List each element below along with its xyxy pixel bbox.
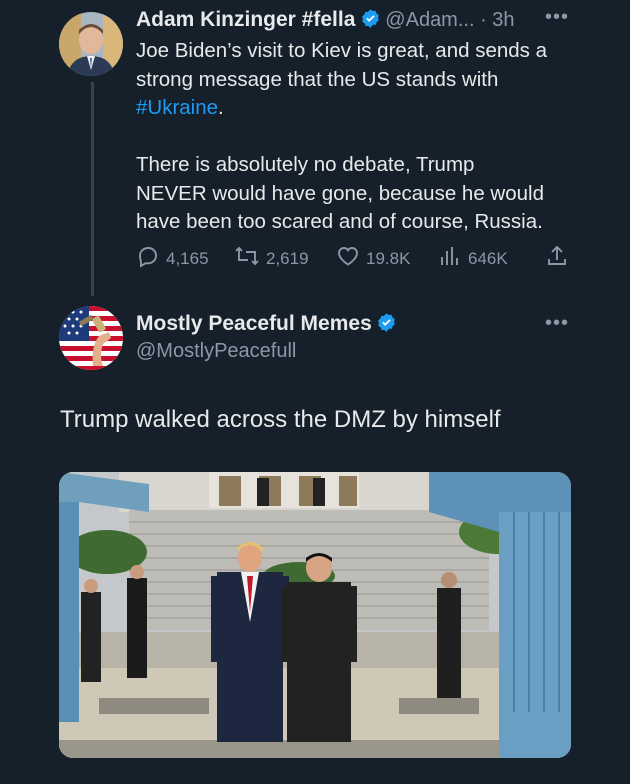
share-icon xyxy=(545,244,575,273)
tweet2-text: Trump walked across the DMZ by himself xyxy=(60,406,501,433)
more-dots-icon[interactable]: ••• xyxy=(545,6,569,29)
verified-badge-icon xyxy=(376,312,397,338)
dmz-photo-image xyxy=(59,472,571,758)
avatar-mostly-peaceful-memes[interactable] xyxy=(59,306,123,370)
views-count: 646K xyxy=(468,248,508,268)
share-button[interactable] xyxy=(545,244,575,273)
text-line: Joe Biden’s visit to Kiev is great, and … xyxy=(136,39,547,62)
like-button[interactable]: 19.8K xyxy=(336,244,410,273)
more-dots-icon[interactable]: ••• xyxy=(545,312,569,335)
tweet-photo-dmz[interactable] xyxy=(59,472,571,758)
like-count: 19.8K xyxy=(366,248,411,268)
hashtag-link[interactable]: #Ukraine xyxy=(136,96,218,119)
text-line: strong message that the US stands with xyxy=(136,67,499,91)
tweet-actions: 4,165 2,619 19.8K 646K xyxy=(136,244,570,270)
retweet-icon xyxy=(234,244,266,273)
text-line: NEVER would have gone, because he would xyxy=(136,181,544,205)
text-line: There is absolutely no debate, Trump xyxy=(136,153,475,176)
author-handle[interactable]: @MostlyPeacefull xyxy=(136,340,296,363)
thread-connector-line xyxy=(91,82,94,296)
reply-icon xyxy=(136,244,166,273)
text-line: . xyxy=(218,96,224,119)
text-line: have been too scared and of course, Russ… xyxy=(136,210,543,233)
heart-icon xyxy=(336,244,366,273)
author-handle[interactable]: @Adam... xyxy=(385,9,474,31)
dot-separator: · xyxy=(474,9,493,31)
author-name[interactable]: Adam Kinzinger #fella xyxy=(136,8,355,31)
views-button[interactable]: 646K xyxy=(438,244,508,273)
tweet1-text: Joe Biden’s visit to Kiev is great, and … xyxy=(136,37,596,237)
retweet-button[interactable]: 2,619 xyxy=(234,244,309,273)
reply-count: 4,165 xyxy=(166,248,209,268)
avatar-adam-kinzinger[interactable] xyxy=(59,12,123,76)
tweet2-header: Mostly Peaceful Memes xyxy=(136,312,397,338)
views-icon xyxy=(438,244,468,273)
retweet-count: 2,619 xyxy=(266,248,309,268)
author-name[interactable]: Mostly Peaceful Memes xyxy=(136,312,372,335)
tweet1-header: Adam Kinzinger #fella @Adam... · 3h xyxy=(136,8,515,34)
verified-badge-icon xyxy=(360,8,381,34)
tweet-time[interactable]: 3h xyxy=(492,9,514,31)
reply-button[interactable]: 4,165 xyxy=(136,244,209,273)
